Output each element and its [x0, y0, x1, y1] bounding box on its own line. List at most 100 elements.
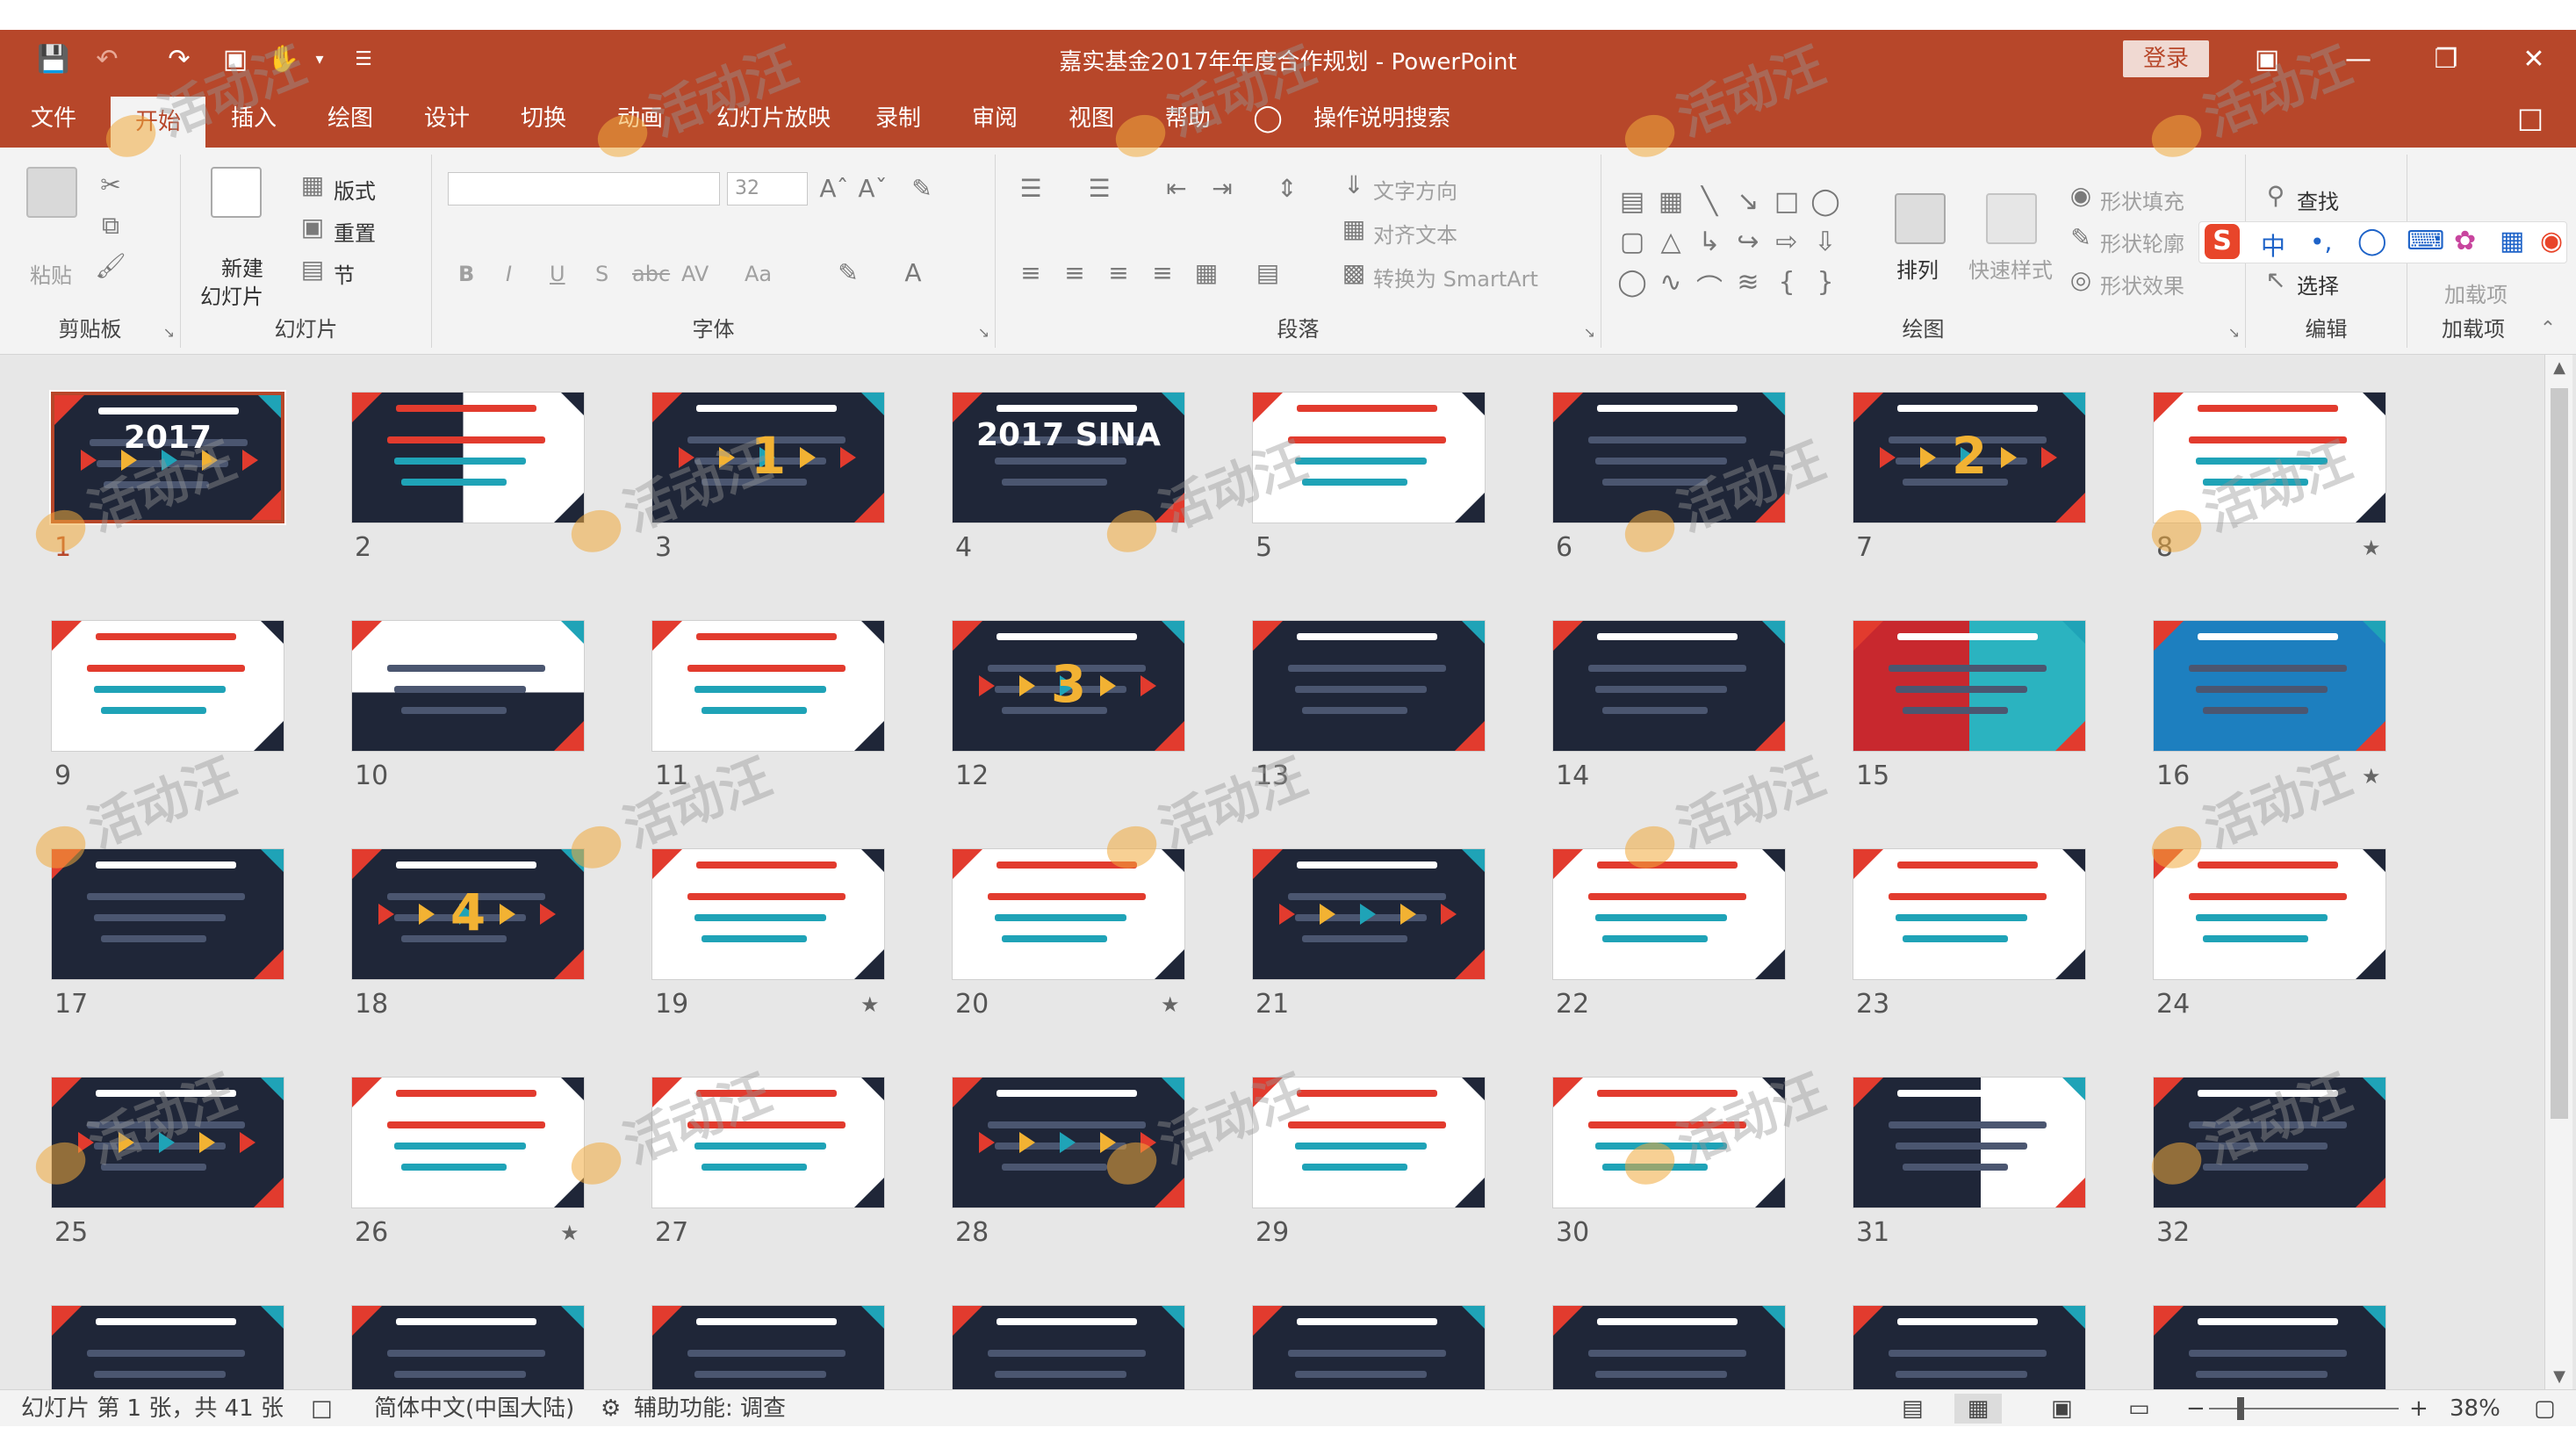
- down-arrow-shape-icon[interactable]: ⇩: [1807, 227, 1844, 257]
- slide-thumbnail[interactable]: [51, 1077, 284, 1208]
- zoom-out-icon[interactable]: −: [2186, 1394, 2205, 1424]
- slide-sorter[interactable]: 2017 1 2 1 3 2017 SINA 4 5 6 2 7 8 ★ 9 10 11 3 12 13 14 15 16…: [0, 355, 2537, 1389]
- tell-me-search[interactable]: 操作说明搜索: [1313, 90, 1450, 148]
- ribbon-display-icon[interactable]: ▣: [2241, 39, 2293, 81]
- slide-thumbnail[interactable]: [1252, 848, 1486, 980]
- slide-thumbnail[interactable]: 2017 SINA: [952, 392, 1185, 523]
- slide-thumbnail[interactable]: [651, 620, 885, 752]
- animation-star-icon[interactable]: ★: [860, 992, 880, 1017]
- tab-transitions[interactable]: 切换: [506, 90, 581, 148]
- arrange-button[interactable]: 排列: [1896, 253, 1939, 284]
- text-direction-button[interactable]: 文字方向: [1373, 174, 1457, 205]
- close-icon[interactable]: ✕: [2508, 39, 2560, 81]
- paste-icon[interactable]: [26, 167, 77, 218]
- new-slide-label-1[interactable]: 新建: [221, 251, 263, 282]
- shape-effects-button[interactable]: 形状效果: [2100, 269, 2184, 299]
- find-button[interactable]: 查找: [2297, 184, 2339, 215]
- align-right-icon[interactable]: ≡: [1103, 258, 1134, 288]
- slide-thumbnail[interactable]: [351, 1077, 585, 1208]
- animation-star-icon[interactable]: ★: [2362, 536, 2381, 560]
- shrink-font-icon[interactable]: Aˇ: [857, 174, 889, 204]
- paste-label[interactable]: 粘贴: [30, 258, 72, 289]
- accessibility-icon[interactable]: ⚙: [601, 1394, 621, 1424]
- ime-avatar-icon[interactable]: ◉: [2540, 226, 2563, 256]
- slide-thumbnail[interactable]: [2153, 848, 2386, 980]
- font-color-icon[interactable]: A: [897, 258, 929, 288]
- columns-icon[interactable]: ▤: [1252, 258, 1284, 288]
- scroll-down-icon[interactable]: ▼: [2545, 1367, 2573, 1386]
- quick-styles-icon[interactable]: [1986, 193, 2037, 244]
- smartart-icon[interactable]: ▩: [1338, 258, 1370, 288]
- slide-thumbnail[interactable]: [351, 1305, 585, 1389]
- normal-view-icon[interactable]: ▤: [1902, 1394, 1924, 1424]
- slide-thumbnail[interactable]: 2: [1853, 392, 2086, 523]
- scrollbar-thumb[interactable]: [2551, 388, 2568, 1119]
- slide-thumbnail[interactable]: 1: [651, 392, 885, 523]
- clipboard-launcher-icon[interactable]: ↘: [163, 324, 175, 341]
- slide-thumbnail[interactable]: [2153, 1077, 2386, 1208]
- slide-thumbnail[interactable]: [2153, 392, 2386, 523]
- elbow-shape-icon[interactable]: ↳: [1691, 227, 1728, 257]
- highlight-icon[interactable]: ✎: [832, 258, 864, 288]
- fit-to-window-icon[interactable]: ▢: [2534, 1394, 2556, 1424]
- slide-thumbnail[interactable]: [1552, 620, 1786, 752]
- justify-icon[interactable]: ≡: [1147, 258, 1178, 288]
- collapse-ribbon-icon[interactable]: ⌃: [2532, 314, 2564, 344]
- slide-thumbnail[interactable]: [351, 392, 585, 523]
- zoom-slider-thumb[interactable]: [2237, 1397, 2244, 1420]
- slide-sorter-view-icon[interactable]: ▦: [1954, 1394, 2002, 1424]
- arrow-line-shape-icon[interactable]: ↘: [1730, 186, 1767, 217]
- rounded-rect-shape-icon[interactable]: ▢: [1614, 227, 1651, 257]
- slide-thumbnail[interactable]: [1552, 1305, 1786, 1389]
- align-text-icon[interactable]: ▦: [1338, 214, 1370, 244]
- align-center-icon[interactable]: ≡: [1059, 258, 1090, 288]
- slide-thumbnail[interactable]: 3: [952, 620, 1185, 752]
- reset-icon[interactable]: ▣: [297, 213, 328, 242]
- ime-mode-icon[interactable]: 中: [2261, 227, 2285, 263]
- shape-fill-icon[interactable]: ◉: [2065, 181, 2097, 211]
- ime-punct-icon[interactable]: •,: [2310, 227, 2332, 256]
- align-text-button[interactable]: 对齐文本: [1373, 218, 1457, 249]
- select-button[interactable]: 选择: [2297, 269, 2339, 299]
- cut-icon[interactable]: ✂: [95, 170, 126, 200]
- tab-review[interactable]: 审阅: [957, 90, 1033, 148]
- decrease-indent-icon[interactable]: ⇤: [1161, 174, 1192, 204]
- slide-thumbnail[interactable]: [51, 620, 284, 752]
- section-button[interactable]: 节: [334, 258, 355, 289]
- char-spacing-button[interactable]: AV: [681, 262, 709, 286]
- slide-thumbnail[interactable]: [1252, 620, 1486, 752]
- align-left-icon[interactable]: ≡: [1015, 258, 1047, 288]
- sign-in-button[interactable]: 登录: [2123, 40, 2209, 77]
- slide-thumbnail[interactable]: [1853, 1305, 2086, 1389]
- vtextbox-shape-icon[interactable]: ▦: [1652, 186, 1689, 217]
- slide-thumbnail[interactable]: [651, 848, 885, 980]
- layout-button[interactable]: 版式: [334, 174, 376, 205]
- copy-icon[interactable]: ⧉: [95, 211, 126, 241]
- scroll-up-icon[interactable]: ▲: [2545, 358, 2573, 377]
- accessibility-status[interactable]: 辅助功能: 调查: [634, 1394, 786, 1424]
- slide-thumbnail[interactable]: [651, 1305, 885, 1389]
- convert-smartart-button[interactable]: 转换为 SmartArt: [1373, 262, 1538, 292]
- slide-thumbnail[interactable]: [51, 1305, 284, 1389]
- slide-thumbnail[interactable]: [651, 1077, 885, 1208]
- tab-design[interactable]: 设计: [409, 90, 485, 148]
- underline-button[interactable]: U: [550, 262, 565, 286]
- animation-star-icon[interactable]: ★: [560, 1221, 579, 1245]
- right-arrow-shape-icon[interactable]: ⇨: [1768, 227, 1805, 257]
- bold-button[interactable]: B: [458, 262, 474, 286]
- slide-thumbnail[interactable]: [1853, 620, 2086, 752]
- numbering-icon[interactable]: ☰: [1083, 174, 1115, 204]
- slide-thumbnail[interactable]: [1252, 1305, 1486, 1389]
- slide-thumbnail[interactable]: 2017: [49, 390, 286, 525]
- layout-icon[interactable]: ▦: [297, 170, 328, 200]
- triangle-shape-icon[interactable]: △: [1652, 227, 1689, 257]
- slide-thumbnail[interactable]: [2153, 620, 2386, 752]
- drawing-launcher-icon[interactable]: ↘: [2228, 324, 2240, 341]
- spellcheck-icon[interactable]: □: [311, 1394, 333, 1424]
- restore-icon[interactable]: ❐: [2420, 39, 2472, 81]
- tab-draw[interactable]: 绘图: [313, 90, 388, 148]
- comments-icon[interactable]: □: [2513, 100, 2548, 135]
- line-spacing-icon[interactable]: ⇕: [1271, 174, 1303, 204]
- grow-font-icon[interactable]: Aˆ: [818, 174, 850, 204]
- slide-thumbnail[interactable]: [1252, 1077, 1486, 1208]
